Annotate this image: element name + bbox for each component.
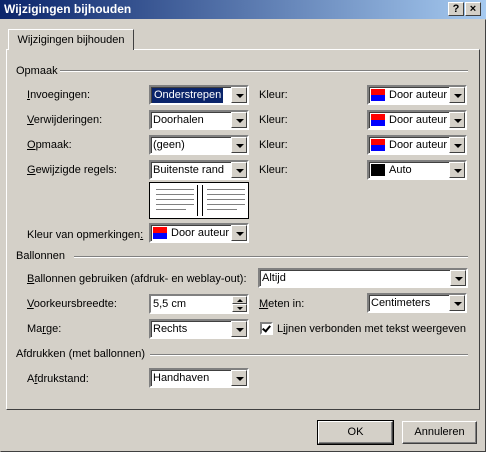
changed-lines-combo[interactable]: Buitenste rand	[149, 160, 249, 180]
chevron-down-icon[interactable]	[231, 137, 247, 153]
print-orientation-value: Handhaven	[153, 372, 210, 384]
chevron-down-icon[interactable]	[449, 295, 465, 311]
chevron-down-icon[interactable]	[231, 87, 247, 103]
chevron-down-icon[interactable]	[231, 321, 247, 337]
insertions-value: Onderstrepen	[152, 88, 224, 103]
deletions-label: Verwijderingen:	[27, 114, 103, 126]
insertions-label: Invoegingen:	[27, 89, 91, 101]
balloons-use-value: Altijd	[262, 272, 286, 284]
tab-wijzigingen-bijhouden[interactable]: Wijzigingen bijhouden	[8, 29, 134, 50]
preferred-width-label: Voorkeursbreedte:	[27, 298, 117, 310]
deletions-color-label: Kleur:	[259, 114, 288, 126]
preferred-width-spinner[interactable]: 5,5 cm	[149, 294, 249, 314]
insertions-color-label: Kleur:	[259, 89, 288, 101]
formatting-color-value: Door auteur	[389, 139, 448, 151]
formatting-color-combo[interactable]: Door auteur	[367, 135, 467, 155]
deletions-value: Doorhalen	[153, 114, 204, 126]
preview-page-right	[202, 185, 248, 216]
window-title: Wijzigingen bijhouden	[4, 2, 132, 16]
close-button[interactable]: ×	[465, 2, 481, 16]
chevron-down-icon[interactable]	[449, 112, 465, 128]
group-label-afdrukken: Afdrukken (met ballonnen)	[16, 348, 146, 360]
insertions-color-value: Door auteur	[389, 89, 448, 101]
formatting-label: Opmaak:	[27, 139, 72, 151]
margin-value: Rechts	[153, 323, 188, 335]
margin-combo[interactable]: Rechts	[149, 319, 249, 339]
chevron-down-icon[interactable]	[449, 162, 465, 178]
changed-lines-preview	[149, 182, 249, 219]
print-orientation-combo[interactable]: Handhaven	[149, 368, 249, 388]
chevron-down-icon[interactable]	[231, 162, 247, 178]
spin-up-icon[interactable]	[232, 296, 247, 304]
formatting-combo[interactable]: (geen)	[149, 135, 249, 155]
chevron-down-icon[interactable]	[231, 112, 247, 128]
chevron-down-icon[interactable]	[449, 87, 465, 103]
color-swatch-icon	[371, 164, 385, 176]
insertions-combo[interactable]: Onderstrepen	[149, 85, 249, 105]
spin-down-icon[interactable]	[232, 304, 247, 312]
cancel-button[interactable]: Annuleren	[402, 421, 477, 444]
formatting-value: (geen)	[153, 139, 185, 151]
chevron-down-icon[interactable]	[231, 225, 247, 241]
changed-lines-color-combo[interactable]: Auto	[367, 160, 467, 180]
insertions-color-combo[interactable]: Door auteur	[367, 85, 467, 105]
preferred-width-value: 5,5 cm	[153, 298, 187, 310]
help-button[interactable]: ?	[448, 2, 464, 16]
changed-lines-color-value: Auto	[389, 164, 412, 176]
deletions-color-combo[interactable]: Door auteur	[367, 110, 467, 130]
title-bar: Wijzigingen bijhouden ? ×	[0, 0, 486, 19]
group-label-ballonnen: Ballonnen	[16, 250, 65, 262]
show-lines-label[interactable]: Lijnen verbonden met tekst weergeven	[277, 322, 466, 336]
preview-page-left	[152, 185, 198, 216]
group-divider	[74, 256, 468, 258]
margin-label: Marge:	[27, 323, 62, 335]
chevron-down-icon[interactable]	[450, 270, 466, 286]
show-lines-checkbox[interactable]	[260, 322, 273, 335]
measure-in-value: Centimeters	[371, 297, 431, 309]
group-divider	[60, 70, 468, 72]
changed-lines-color-label: Kleur:	[259, 164, 288, 176]
group-label-opmaak: Opmaak	[16, 65, 58, 77]
group-divider	[150, 354, 468, 356]
measure-in-combo[interactable]: Centimeters	[367, 293, 467, 313]
formatting-color-label: Kleur:	[259, 139, 288, 151]
measure-in-label: Meten in:	[259, 298, 305, 310]
print-orientation-label: Afdrukstand:	[27, 373, 89, 385]
ok-button[interactable]: OK	[317, 420, 394, 445]
deletions-color-value: Door auteur	[389, 114, 448, 126]
comments-color-value: Door auteur	[171, 227, 230, 239]
comments-color-label: Kleur van opmerkingen:	[27, 229, 144, 241]
chevron-down-icon[interactable]	[231, 370, 247, 386]
balloons-use-label: Ballonnen gebruiken (afdruk- en weblay-o…	[27, 273, 247, 285]
changed-lines-value: Buitenste rand	[153, 164, 224, 176]
deletions-combo[interactable]: Doorhalen	[149, 110, 249, 130]
chevron-down-icon[interactable]	[449, 137, 465, 153]
comments-color-combo[interactable]: Door auteur	[149, 223, 249, 243]
balloons-use-combo[interactable]: Altijd	[258, 268, 468, 288]
changed-lines-label: Gewijzigde regels:	[27, 164, 117, 176]
